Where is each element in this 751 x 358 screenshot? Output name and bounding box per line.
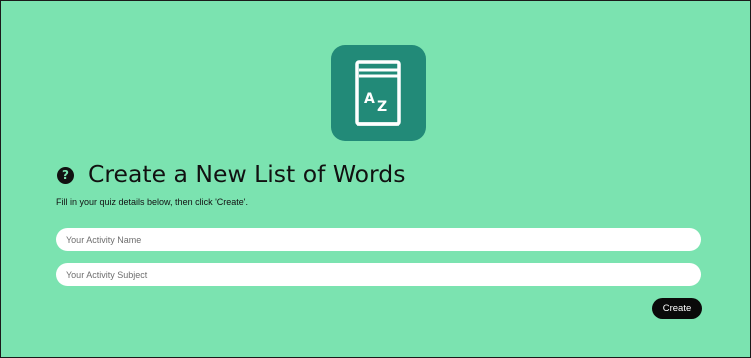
create-button[interactable]: Create xyxy=(652,298,702,319)
instructions-text: Fill in your quiz details below, then cl… xyxy=(56,197,249,207)
activity-name-input[interactable] xyxy=(56,228,701,251)
logo-letter-a: A xyxy=(364,91,375,107)
logo-letter-z: Z xyxy=(377,99,387,115)
page-title: Create a New List of Words xyxy=(88,160,406,188)
app-panel: A Z ? Create a New List of Words Fill in… xyxy=(0,0,751,358)
book-az-icon: A Z xyxy=(355,60,401,126)
help-icon[interactable]: ? xyxy=(57,166,74,184)
app-logo: A Z xyxy=(331,45,426,141)
page-heading: ? Create a New List of Words xyxy=(57,158,405,190)
activity-subject-input[interactable] xyxy=(56,263,701,286)
